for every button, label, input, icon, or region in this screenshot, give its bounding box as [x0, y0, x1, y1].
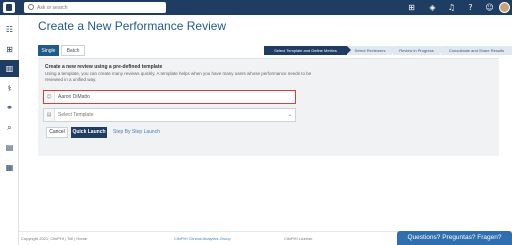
- logo-mark: [6, 4, 12, 11]
- sidebar-item-document[interactable]: ▤: [0, 139, 19, 156]
- search-icon: [28, 4, 34, 10]
- users-icon: ☷: [5, 25, 14, 34]
- search-icon: ⌕: [7, 123, 12, 132]
- top-navigation-bar: ⊞ ◈ ♫ ? ☺: [0, 0, 512, 15]
- diagram-icon: ⊞: [6, 45, 13, 54]
- chevron-down-icon[interactable]: ⌄: [288, 109, 292, 121]
- template-select[interactable]: ▤ ⌄: [43, 108, 296, 122]
- sidebar-item-analytics[interactable]: ▥: [0, 60, 19, 77]
- footer-group-link[interactable]: ClinPHI Clinical Analytics Group: [174, 236, 231, 241]
- sidebar-item-users[interactable]: ☷: [0, 21, 19, 38]
- template-icon: ▤: [44, 109, 55, 121]
- template-form-panel: Create a new review using a pre-defined …: [38, 58, 499, 156]
- sidebar-item-pill[interactable]: ⚕: [0, 80, 19, 97]
- user-field[interactable]: ☺: [43, 90, 296, 104]
- document-icon: ▤: [5, 143, 14, 152]
- sidebar-item-diagram[interactable]: ⊞: [0, 41, 19, 58]
- footer-copyright[interactable]: Copyright 2021, ClinPHI | Toll | Home: [21, 236, 87, 241]
- step-select-template[interactable]: Select Template and Define Metrics: [264, 46, 351, 55]
- step-review-in-progress[interactable]: Review in Progress: [393, 46, 444, 55]
- step-select-reviewers[interactable]: Select Reviewers: [348, 46, 396, 55]
- sidebar: ☷ ⊞ ▥ ⚕ ⚭ ⌕ ▤ ▦: [0, 15, 19, 245]
- grid-icon[interactable]: ⊞: [407, 3, 416, 12]
- sidebar-item-table[interactable]: ▦: [0, 159, 19, 176]
- cancel-button[interactable]: Cancel: [46, 127, 68, 138]
- step-consolidate-results[interactable]: Consolidate and Share Results: [441, 46, 512, 55]
- footer-license: ClinPHI License: [284, 236, 313, 241]
- search-box[interactable]: [24, 2, 166, 13]
- form-description: Using a template, you can create many re…: [45, 71, 312, 82]
- tab-single[interactable]: Single: [38, 45, 59, 56]
- page-title: Create a New Performance Review: [38, 19, 227, 33]
- pill-icon: ⚕: [7, 84, 12, 93]
- tab-batch[interactable]: Batch: [61, 45, 85, 56]
- table-icon: ▦: [5, 163, 14, 172]
- bar-chart-icon: ▥: [5, 64, 14, 73]
- help-icon[interactable]: ?: [466, 3, 475, 12]
- user-icon[interactable]: ☺: [485, 3, 494, 12]
- sidebar-item-search[interactable]: ⌕: [0, 119, 19, 136]
- avatar[interactable]: [499, 2, 510, 13]
- form-heading: Create a new review using a pre-defined …: [45, 64, 163, 70]
- user-input[interactable]: [58, 92, 278, 102]
- box-icon[interactable]: ◈: [428, 3, 437, 12]
- search-input[interactable]: [37, 3, 162, 12]
- network-icon: ⚭: [6, 103, 13, 112]
- user-icon: ☺: [44, 91, 55, 103]
- sidebar-item-network[interactable]: ⚭: [0, 99, 19, 116]
- template-input[interactable]: [58, 110, 278, 120]
- step-by-step-launch-link[interactable]: Step By Step Launch: [113, 129, 160, 135]
- quick-launch-button[interactable]: Quick Launch: [71, 127, 107, 138]
- app-logo[interactable]: [3, 2, 15, 13]
- bell-icon[interactable]: ♫: [447, 3, 456, 12]
- help-chat-bar[interactable]: Questions? Preguntas? Fragen?: [397, 231, 512, 245]
